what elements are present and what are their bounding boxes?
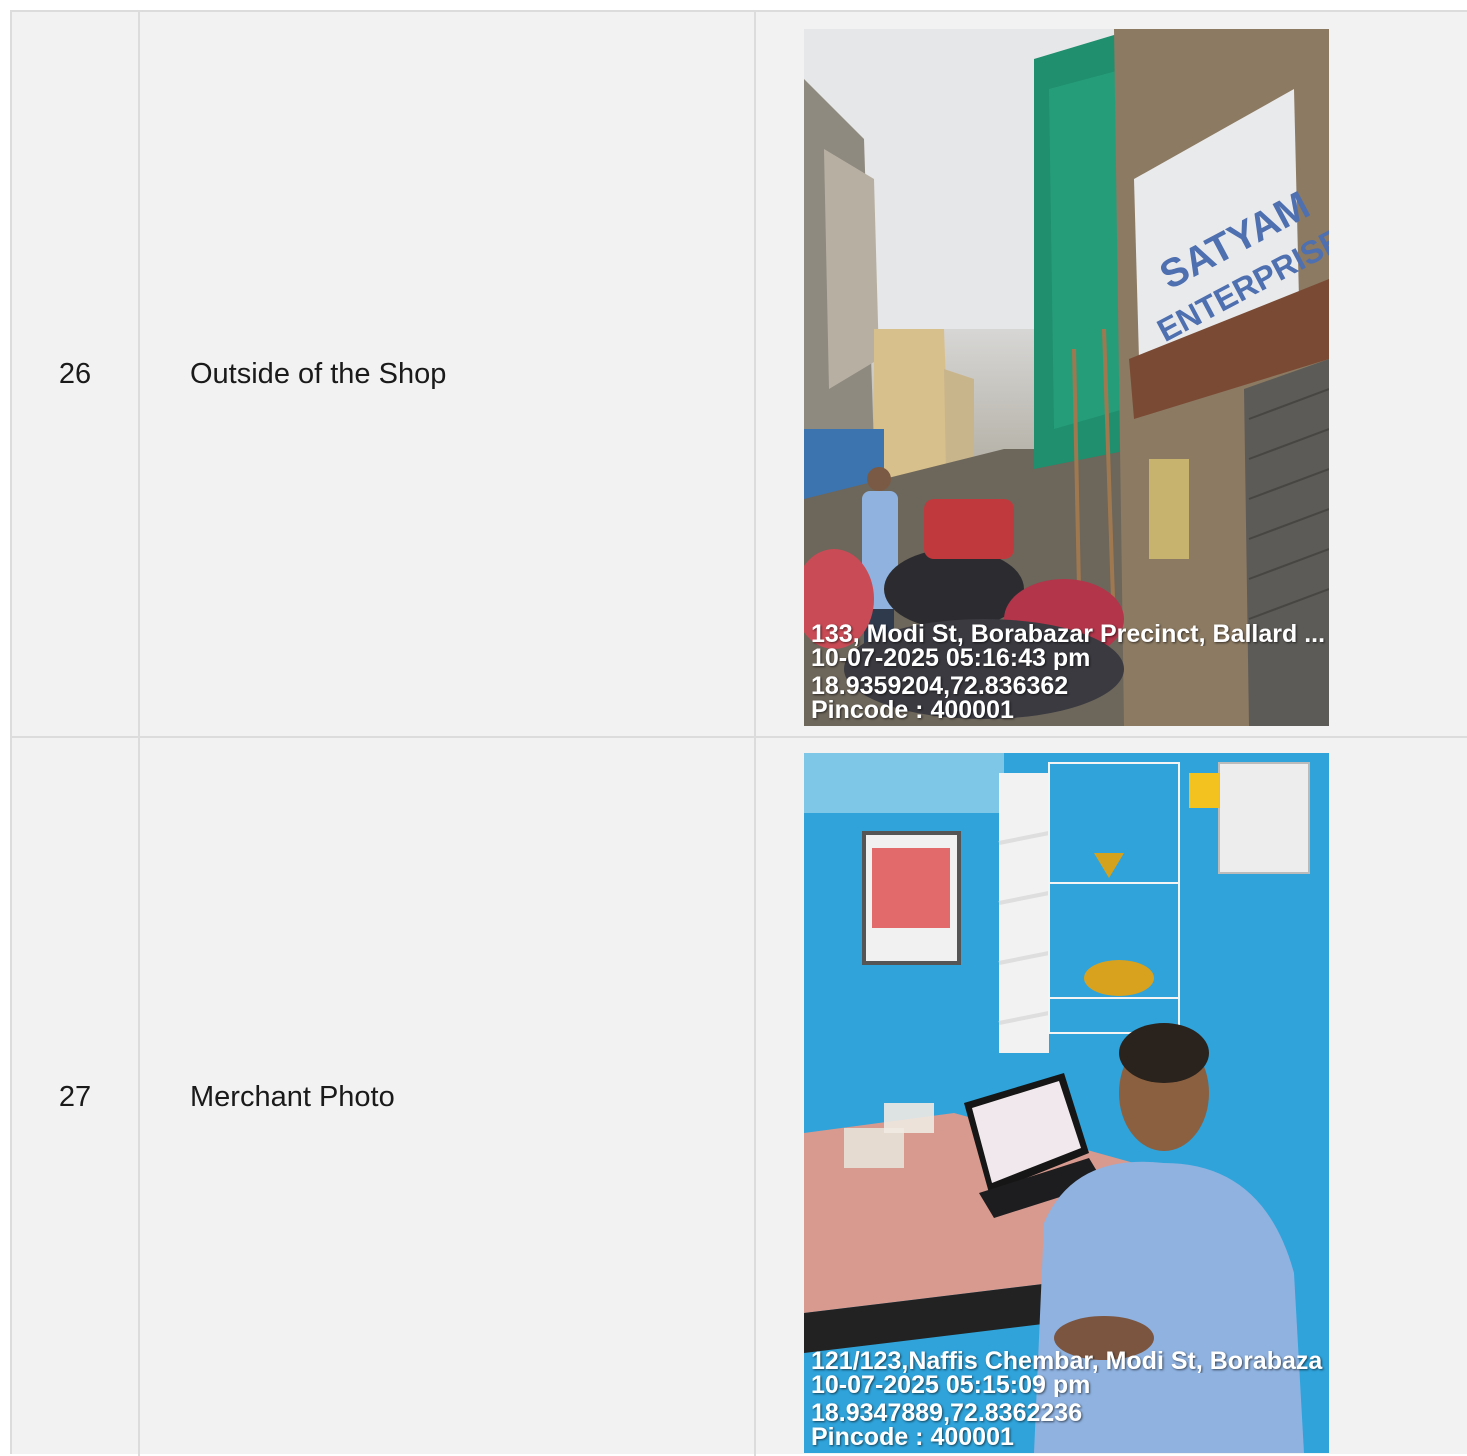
- row-number: 26: [12, 12, 140, 736]
- row-number: 27: [12, 738, 140, 1456]
- photo-table: 26 Outside of the Shop 27 Merchant Photo: [10, 10, 1467, 1456]
- merchant-photo: 121/123,Naffis Chembar, Modi St, Borabaz…: [804, 753, 1329, 1453]
- geotag-pincode: Pincode : 400001: [811, 698, 1014, 722]
- geotag-datetime: 10-07-2025 05:15:09 pm: [811, 1373, 1091, 1397]
- geotag-coordinates: 18.9347889,72.8362236: [811, 1401, 1083, 1425]
- geotag-coordinates: 18.9359204,72.836362: [811, 674, 1069, 698]
- row-description: Merchant Photo: [140, 738, 756, 1456]
- shop-exterior-photo: SATYAM ENTERPRISES 133, Modi St, Borabaz…: [804, 29, 1329, 726]
- photo-geotag-overlay: 121/123,Naffis Chembar, Modi St, Borabaz…: [811, 1349, 1329, 1449]
- geotag-address: 121/123,Naffis Chembar, Modi St, Borabaz…: [811, 1349, 1323, 1373]
- geotag-pincode: Pincode : 400001: [811, 1425, 1014, 1449]
- photo-geotag-overlay: 133, Modi St, Borabazar Precinct, Ballar…: [811, 622, 1329, 722]
- merchant-scene-image: [804, 753, 1329, 1453]
- geotag-address: 133, Modi St, Borabazar Precinct, Ballar…: [811, 622, 1326, 646]
- geotag-datetime: 10-07-2025 05:16:43 pm: [811, 646, 1091, 670]
- row-description: Outside of the Shop: [140, 12, 756, 736]
